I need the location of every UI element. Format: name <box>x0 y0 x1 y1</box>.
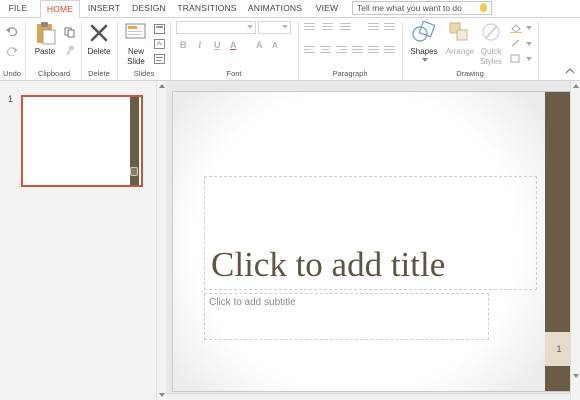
arrange-icon[interactable] <box>449 22 469 42</box>
font-size-combo[interactable] <box>258 21 291 34</box>
tell-me-placeholder: Tell me what you want to do <box>357 3 462 13</box>
group-label-font: Font <box>226 69 242 78</box>
group-separator <box>402 22 403 80</box>
slide-canvas: 1 Click to add title Click to add subtit… <box>172 91 572 392</box>
paste-button-label[interactable]: Paste <box>28 47 62 56</box>
quick-styles-label-line2[interactable]: Styles <box>476 57 506 66</box>
ribbon: Undo Paste Clipboard Delete Delete New S… <box>0 18 580 81</box>
columns-icon[interactable] <box>368 46 379 55</box>
thumbnail-scrollbar[interactable] <box>156 81 166 400</box>
subtitle-placeholder-text: Click to add subtitle <box>209 297 296 308</box>
tab-animations[interactable]: ANIMATIONS <box>244 0 306 17</box>
slide-page-number: 1 <box>556 344 562 354</box>
redo-icon[interactable] <box>6 46 18 56</box>
scroll-up-icon[interactable] <box>159 84 165 88</box>
align-center-icon[interactable] <box>320 46 331 55</box>
chevron-down-icon <box>526 26 532 30</box>
collapse-ribbon-icon[interactable] <box>566 68 574 74</box>
group-separator <box>538 22 539 80</box>
lightbulb-icon <box>480 3 487 12</box>
group-separator <box>117 22 118 80</box>
chevron-down-icon <box>526 57 532 61</box>
chevron-down-icon <box>247 25 253 29</box>
quick-styles-label-line1[interactable]: Quick <box>476 47 506 56</box>
subtitle-placeholder[interactable]: Click to add subtitle <box>204 293 489 340</box>
shape-effects-icon[interactable] <box>510 54 522 64</box>
text-direction-icon[interactable] <box>368 23 379 32</box>
group-separator <box>298 22 299 80</box>
delete-button-label[interactable]: Delete <box>84 47 114 56</box>
slide-scrollbar[interactable] <box>570 81 580 400</box>
section-icon[interactable] <box>154 54 165 64</box>
tab-insert[interactable]: INSERT <box>84 0 124 17</box>
quick-styles-icon[interactable] <box>481 22 503 42</box>
numbering-icon[interactable] <box>322 23 333 32</box>
justify-icon[interactable] <box>352 46 363 55</box>
align-text-icon[interactable] <box>384 23 395 32</box>
group-separator <box>170 22 171 80</box>
line-spacing-icon[interactable] <box>340 23 351 32</box>
ribbon-tabs: FILE HOME INSERT DESIGN TRANSITIONS ANIM… <box>0 0 580 18</box>
horizontal-scrollbar[interactable] <box>166 393 570 400</box>
slide-thumbnail[interactable] <box>21 95 143 187</box>
font-name-combo[interactable] <box>176 21 256 34</box>
chevron-down-icon <box>422 58 428 62</box>
new-slide-label-line2[interactable]: Slide <box>122 57 150 66</box>
font-color-button[interactable]: A <box>230 40 237 50</box>
group-label-slides: Slides <box>133 69 155 78</box>
thumbnail-page-marker <box>130 167 138 176</box>
scroll-down-icon[interactable] <box>159 393 165 397</box>
underline-button[interactable]: U <box>214 40 221 50</box>
tab-view[interactable]: VIEW <box>310 0 344 17</box>
title-placeholder[interactable]: Click to add title <box>204 176 537 290</box>
tab-home[interactable]: HOME <box>40 0 80 18</box>
shape-outline-icon[interactable] <box>510 39 522 49</box>
tab-design[interactable]: DESIGN <box>128 0 170 17</box>
paste-icon[interactable] <box>34 21 56 45</box>
group-label-paragraph: Paragraph <box>332 69 368 78</box>
align-right-icon[interactable] <box>336 46 347 55</box>
smartart-icon[interactable] <box>384 46 395 55</box>
delete-x-icon[interactable] <box>89 23 109 43</box>
bullets-icon[interactable] <box>304 23 315 32</box>
group-label-clipboard: Clipboard <box>37 69 71 78</box>
copy-icon[interactable] <box>64 27 75 38</box>
group-separator <box>25 22 26 80</box>
new-slide-label-line1[interactable]: New <box>122 47 150 56</box>
chevron-down-icon <box>282 25 288 29</box>
shapes-icon[interactable] <box>411 21 435 43</box>
new-slide-icon[interactable] <box>125 22 147 40</box>
bold-button[interactable]: B <box>180 40 187 50</box>
group-label-undo: Undo <box>3 69 21 78</box>
undo-icon[interactable] <box>6 26 18 36</box>
reset-icon[interactable] <box>154 39 165 49</box>
shrink-font-button[interactable]: A <box>272 41 278 50</box>
scroll-up-icon[interactable] <box>573 84 579 88</box>
group-label-delete: Delete <box>88 69 110 78</box>
format-painter-icon[interactable] <box>64 45 75 56</box>
layout-icon[interactable] <box>154 24 165 34</box>
tell-me-search[interactable]: Tell me what you want to do <box>352 1 492 15</box>
chevron-down-icon <box>526 42 532 46</box>
grow-font-button[interactable]: A <box>256 40 263 50</box>
tab-transitions[interactable]: TRANSITIONS <box>174 0 240 17</box>
group-separator <box>81 22 82 80</box>
tab-file[interactable]: FILE <box>0 0 36 17</box>
title-placeholder-text: Click to add title <box>211 245 446 284</box>
shape-fill-icon[interactable] <box>510 23 522 33</box>
shapes-button-label[interactable]: Shapes <box>406 47 442 56</box>
scroll-down-icon[interactable] <box>573 374 579 378</box>
thumbnail-number: 1 <box>8 94 14 104</box>
arrange-button-label[interactable]: Arrange <box>441 47 479 56</box>
group-label-drawing: Drawing <box>456 69 484 78</box>
italic-button[interactable]: I <box>198 40 202 50</box>
align-left-icon[interactable] <box>304 46 315 55</box>
